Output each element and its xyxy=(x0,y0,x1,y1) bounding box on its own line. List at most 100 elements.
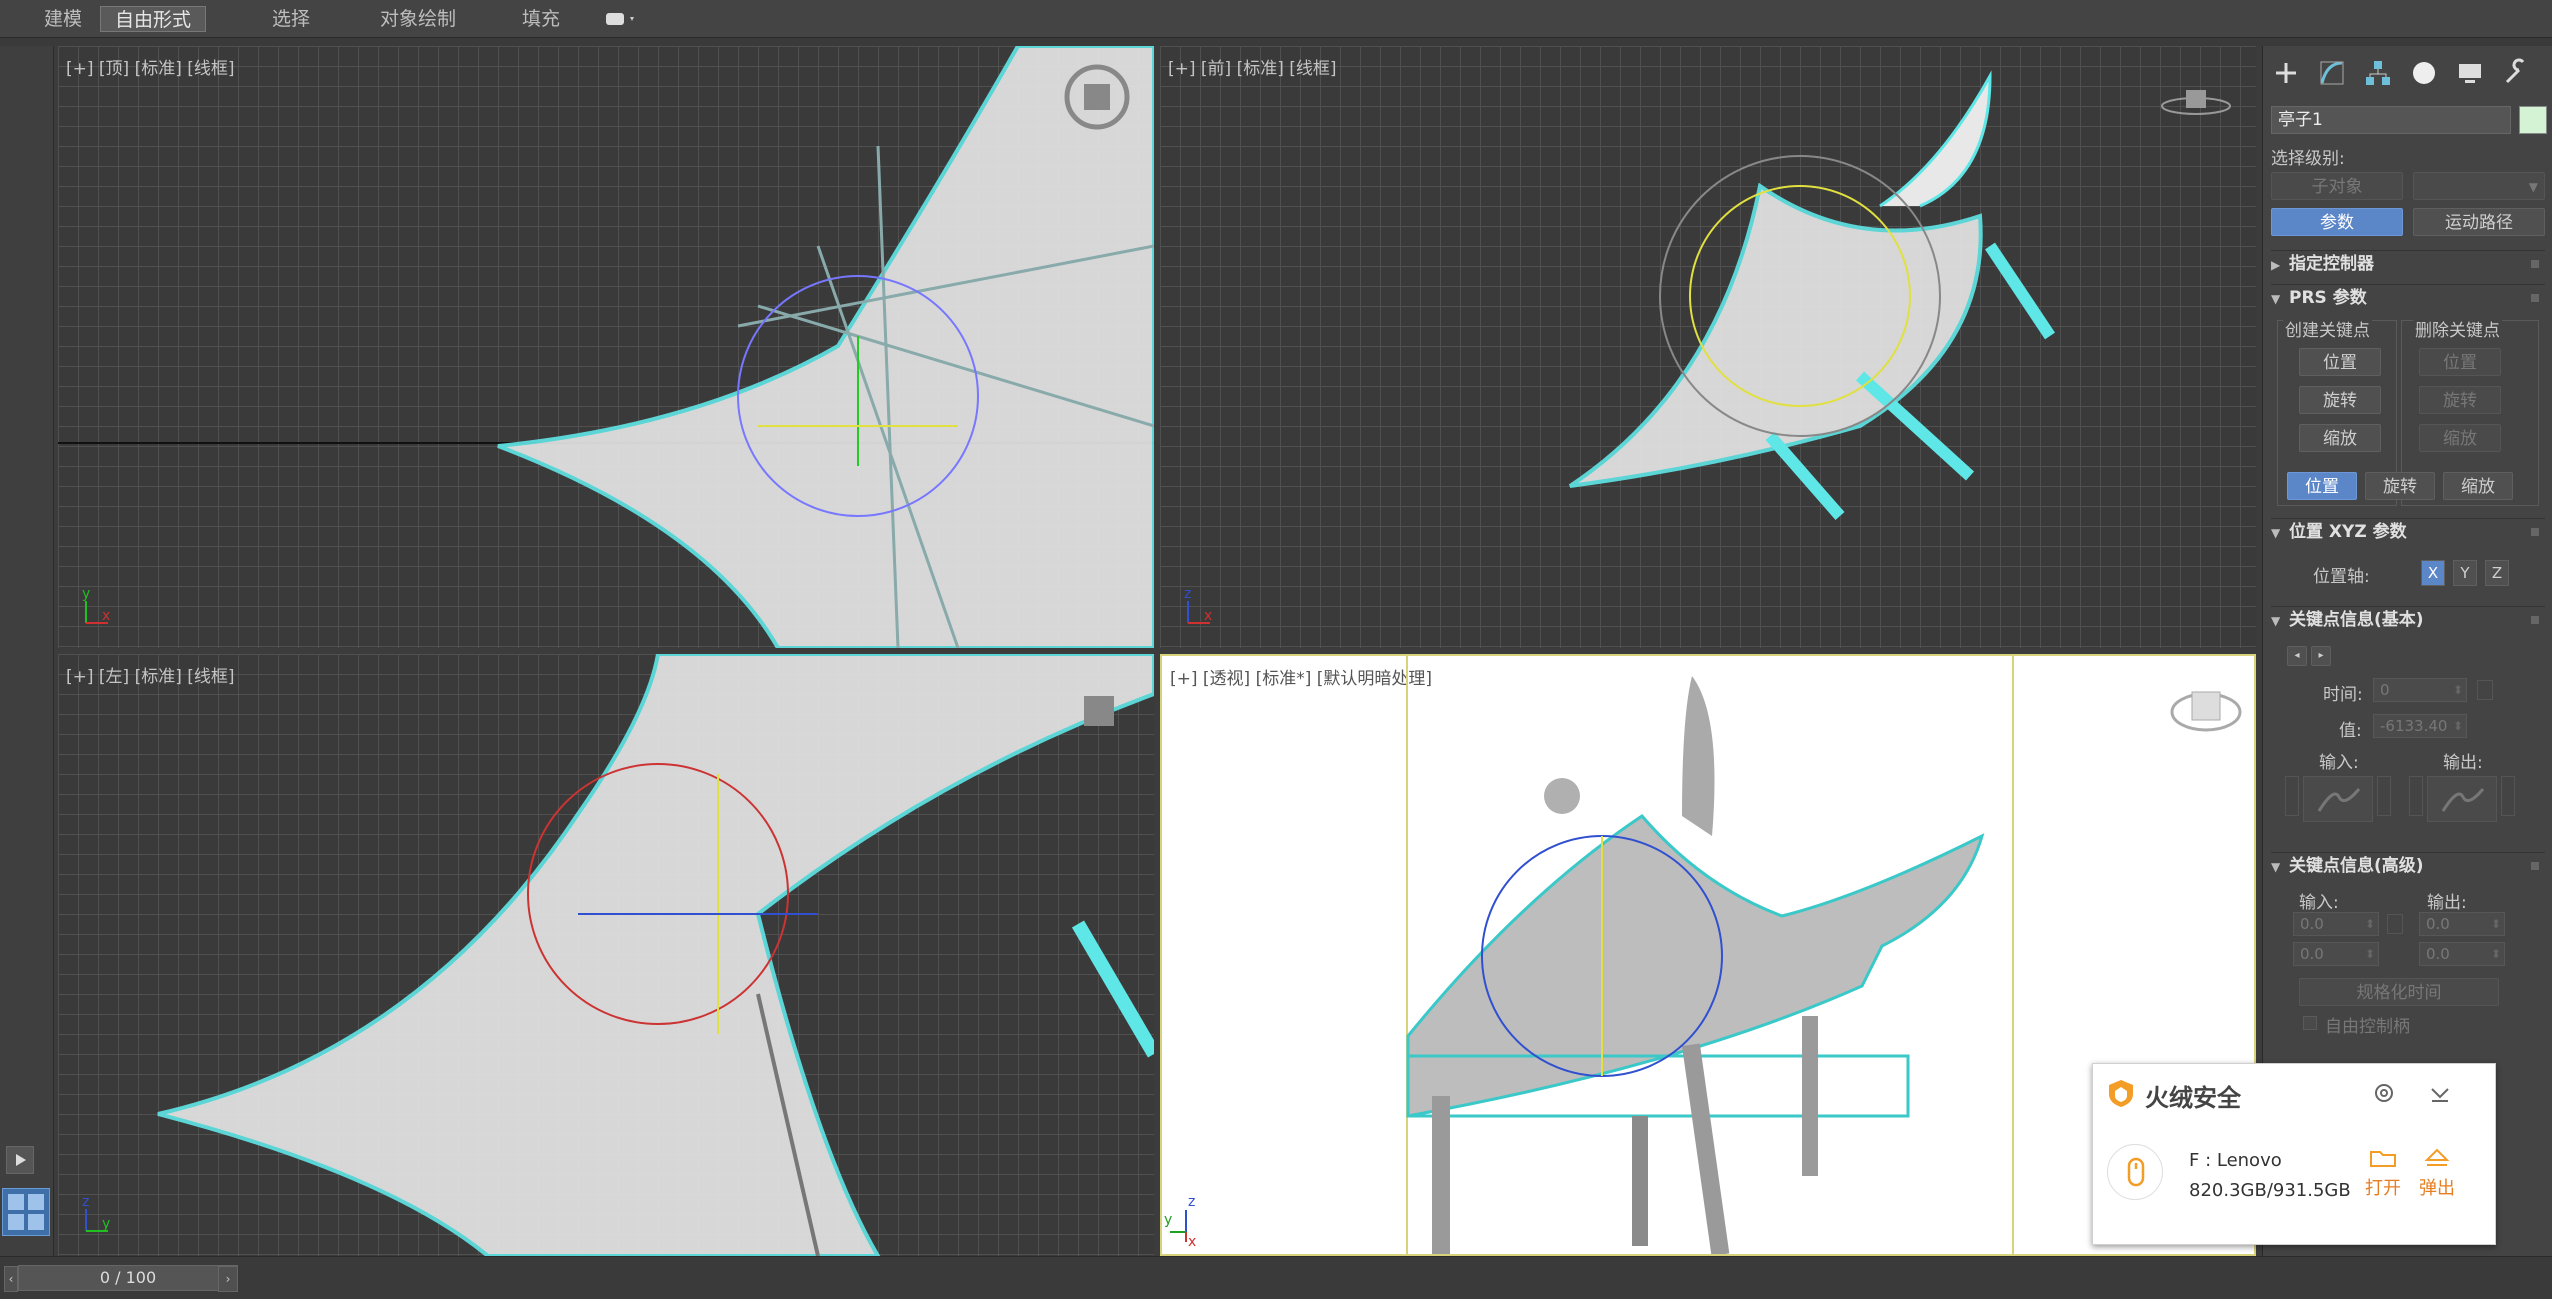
sub-object-dropdown[interactable]: ▼ xyxy=(2413,172,2545,200)
viewcube-icon[interactable] xyxy=(2160,84,2232,120)
value-spinner[interactable]: -6133.40 xyxy=(2373,714,2467,738)
prs-rotation-tab[interactable]: 旋转 xyxy=(2365,472,2435,500)
in-tangent-type-icon[interactable] xyxy=(2303,776,2373,822)
popup-title: 火绒安全 xyxy=(2145,1084,2241,1112)
delete-scale-key-button[interactable]: 缩放 xyxy=(2419,424,2501,452)
play-icon[interactable] xyxy=(6,1146,34,1174)
ribbon-tabbar: 建模 自由形式 选择 对象绘制 填充 xyxy=(0,0,2552,38)
rollout-pin-icon xyxy=(2531,294,2539,302)
normalize-time-button[interactable]: 规格化时间 xyxy=(2299,978,2499,1006)
delete-position-key-button[interactable]: 位置 xyxy=(2419,348,2501,376)
out-tangent-type-icon[interactable] xyxy=(2427,776,2497,822)
timeline-next-icon[interactable]: › xyxy=(218,1266,238,1292)
chevron-down-icon: ▼ xyxy=(2271,292,2281,306)
object-color-swatch[interactable] xyxy=(2519,106,2547,134)
top-wireframe xyxy=(58,46,1154,648)
prev-key-button[interactable]: ◂ xyxy=(2287,646,2307,666)
display-tab-icon[interactable] xyxy=(2455,58,2485,92)
left-toolbar xyxy=(0,46,54,1256)
prs-scale-tab[interactable]: 缩放 xyxy=(2443,472,2513,500)
free-handle-label: 自由控制柄 xyxy=(2325,1017,2410,1037)
position-axis-label: 位置轴: xyxy=(2313,567,2370,587)
chevron-down-icon: ▼ xyxy=(2271,614,2281,628)
ribbon-options-icon[interactable] xyxy=(604,11,638,27)
time-spinner[interactable]: 0 xyxy=(2373,678,2467,702)
tab-populate[interactable]: 填充 xyxy=(508,6,574,32)
rollout-key-info-basic[interactable]: ▼ 关键点信息(基本) xyxy=(2271,606,2545,632)
adv-out-spinner-1[interactable]: 0.0 xyxy=(2419,912,2505,936)
create-tab-icon[interactable] xyxy=(2271,58,2301,92)
chevron-down-icon: ▼ xyxy=(2271,860,2281,874)
tab-freeform[interactable]: 自由形式 xyxy=(100,6,207,32)
security-popup: 火绒安全 F : Lenovo 820.3GB/931.5GB 打开 弹出 xyxy=(2092,1063,2496,1245)
parameters-button[interactable]: 参数 xyxy=(2271,208,2403,236)
adv-in-spinner-2[interactable]: 0.0 xyxy=(2293,942,2379,966)
chevron-down-icon: ▼ xyxy=(2528,180,2538,194)
timeline-prev-icon[interactable]: ‹ xyxy=(4,1266,18,1292)
adv-in-label: 输入: xyxy=(2299,893,2339,913)
drive-size: 820.3GB/931.5GB xyxy=(2189,1180,2351,1201)
axis-y-label: y xyxy=(102,1216,111,1232)
axis-x-label: x xyxy=(1188,1234,1197,1250)
adv-out-spinner-2[interactable]: 0.0 xyxy=(2419,942,2505,966)
chevron-down-icon[interactable] xyxy=(2427,1080,2453,1106)
delete-rotation-key-button[interactable]: 旋转 xyxy=(2419,386,2501,414)
axis-z-button[interactable]: Z xyxy=(2485,560,2509,586)
motion-tab-icon[interactable] xyxy=(2409,58,2439,92)
viewport-top[interactable]: [+] [顶] [标准] [线框] y x xyxy=(58,46,1154,648)
open-label: 打开 xyxy=(2365,1178,2401,1199)
rollout-prs-params[interactable]: ▼ PRS 参数 xyxy=(2271,284,2545,310)
axis-y-label: y xyxy=(1164,1212,1173,1228)
axis-y-button[interactable]: Y xyxy=(2453,560,2477,586)
eject-drive-button[interactable]: 弹出 xyxy=(2417,1144,2457,1200)
axis-z-label: z xyxy=(82,1194,90,1210)
left-wireframe xyxy=(157,654,1154,1256)
axis-z-label: z xyxy=(1184,586,1192,602)
viewport-left[interactable]: [+] [左] [标准] [线框] z y xyxy=(58,654,1154,1256)
hierarchy-tab-icon[interactable] xyxy=(2363,58,2393,92)
next-key-button[interactable]: ▸ xyxy=(2311,646,2331,666)
tab-object-paint[interactable]: 对象绘制 xyxy=(366,6,470,32)
viewport-layout-icon[interactable] xyxy=(2,1188,50,1236)
open-drive-button[interactable]: 打开 xyxy=(2363,1144,2403,1200)
axis-x-button[interactable]: X xyxy=(2421,560,2445,586)
rollout-pin-icon xyxy=(2531,260,2539,268)
viewcube-icon[interactable] xyxy=(1064,64,1130,130)
rollout-assign-controller[interactable]: ▶ 指定控制器 xyxy=(2271,250,2545,276)
sub-object-button[interactable]: 子对象 xyxy=(2271,172,2403,200)
adv-in-spinner-1[interactable]: 0.0 xyxy=(2293,912,2379,936)
gear-icon[interactable] xyxy=(2371,1080,2397,1106)
in-tangent-label: 输入: xyxy=(2319,753,2359,773)
rollout-title: PRS 参数 xyxy=(2289,288,2367,308)
modify-tab-icon[interactable] xyxy=(2317,58,2347,92)
rollout-key-info-advanced[interactable]: ▼ 关键点信息(高级) xyxy=(2271,852,2545,878)
time-slider[interactable]: 0 / 100 xyxy=(18,1265,238,1291)
chevron-down-icon: ▼ xyxy=(2271,526,2281,540)
tab-modeling[interactable]: 建模 xyxy=(30,6,96,32)
create-position-key-button[interactable]: 位置 xyxy=(2299,348,2381,376)
rollout-title: 关键点信息(高级) xyxy=(2289,856,2424,876)
create-scale-key-button[interactable]: 缩放 xyxy=(2299,424,2381,452)
prs-position-tab[interactable]: 位置 xyxy=(2287,472,2357,500)
rollout-title: 位置 XYZ 参数 xyxy=(2289,522,2407,542)
rollout-position-xyz[interactable]: ▼ 位置 XYZ 参数 xyxy=(2271,518,2545,544)
viewcube-icon[interactable] xyxy=(2168,678,2244,738)
eject-icon xyxy=(2424,1148,2450,1166)
in-tangent-prev-icon[interactable] xyxy=(2285,776,2299,816)
rollout-pin-icon xyxy=(2531,862,2539,870)
utilities-tab-icon[interactable] xyxy=(2501,58,2531,92)
viewport-front[interactable]: [+] [前] [标准] [线框] z x xyxy=(1160,46,2256,648)
out-tangent-prev-icon[interactable] xyxy=(2409,776,2423,816)
time-lock-icon[interactable] xyxy=(2477,680,2493,700)
lock-icon[interactable] xyxy=(2387,914,2403,934)
object-name-field[interactable]: 亭子1 xyxy=(2271,106,2511,134)
create-rotation-key-button[interactable]: 旋转 xyxy=(2299,386,2381,414)
command-panel-tabs xyxy=(2271,58,2545,88)
tab-selection[interactable]: 选择 xyxy=(258,6,324,32)
viewcube-icon[interactable] xyxy=(1084,696,1114,726)
trajectories-button[interactable]: 运动路径 xyxy=(2413,208,2545,236)
eject-label: 弹出 xyxy=(2419,1178,2455,1199)
in-tangent-next-icon[interactable] xyxy=(2377,776,2391,816)
out-tangent-next-icon[interactable] xyxy=(2501,776,2515,816)
free-handle-checkbox[interactable] xyxy=(2303,1016,2317,1030)
